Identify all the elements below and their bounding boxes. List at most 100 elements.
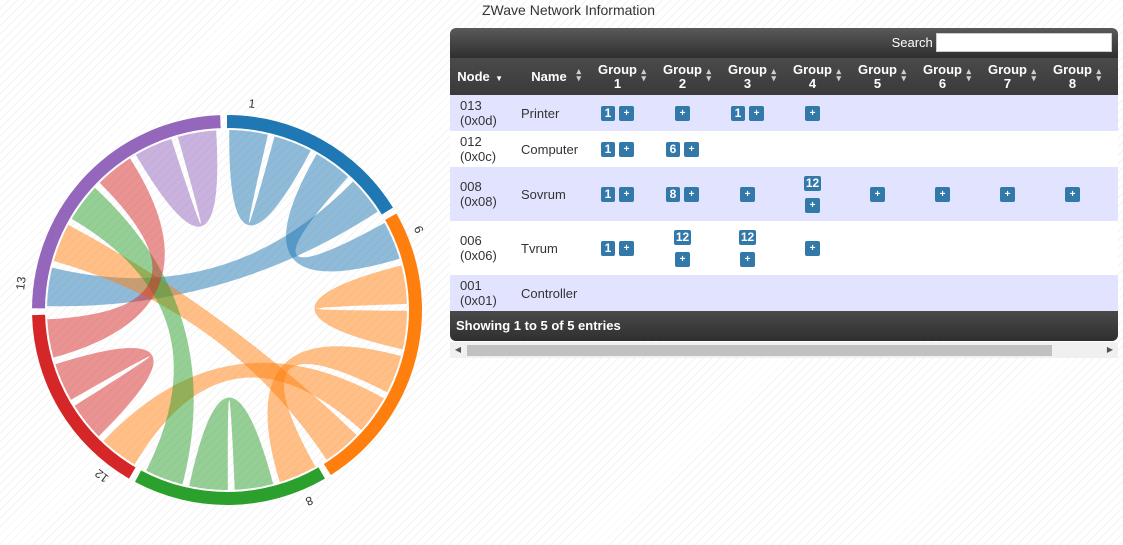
association-node-badge[interactable]: 12: [803, 175, 822, 191]
association-node-badge[interactable]: 1: [601, 186, 615, 202]
add-association-button[interactable]: +: [740, 186, 755, 202]
column-header-1[interactable]: Name ▴ ▾: [513, 58, 585, 95]
node-id: 006: [460, 233, 482, 248]
group-cell-5: [845, 221, 910, 275]
add-association-button[interactable]: +: [870, 186, 885, 202]
group-cell-3: [715, 275, 780, 311]
group-cell-2: 6 +: [650, 131, 715, 167]
group-cell-9: [1105, 275, 1118, 311]
scroll-right-arrow-icon[interactable]: ▶: [1102, 342, 1118, 358]
group-cell-9: [1105, 131, 1118, 167]
column-header-5[interactable]: Group 4 ▴ ▾: [780, 58, 845, 95]
add-association-button[interactable]: +: [619, 240, 634, 256]
group-cell-7: [975, 275, 1040, 311]
column-header-label: Group 7: [988, 61, 1027, 91]
node-id: 013: [460, 98, 482, 113]
horizontal-scrollbar[interactable]: ◀ ▶: [450, 342, 1118, 358]
association-node-badge[interactable]: 1: [731, 105, 745, 121]
column-header-4[interactable]: Group 3 ▴ ▾: [715, 58, 780, 95]
group-cell-9: [1105, 221, 1118, 275]
add-association-button[interactable]: +: [675, 105, 690, 121]
node-name: Sovrum: [513, 167, 585, 221]
column-header-8[interactable]: Group 7 ▴ ▾: [975, 58, 1040, 95]
group-cell-2: 8 +: [650, 167, 715, 221]
column-header-2[interactable]: Group 1 ▴ ▾: [585, 58, 650, 95]
node-id: 001: [460, 278, 482, 293]
column-header-label: Group 2: [663, 61, 702, 91]
sort-icon: ▴ ▾: [771, 66, 776, 83]
scroll-left-arrow-icon[interactable]: ◀: [450, 342, 466, 358]
table-body: 013 (0x0d) Printer 1 + +1 + +012 (0x0c) Computer 1…: [450, 95, 1118, 311]
search-label: Search :: [891, 35, 940, 50]
column-header-0[interactable]: Node ▼: [450, 58, 513, 95]
column-header-label: Group 4: [793, 61, 832, 91]
node-name: Printer: [513, 95, 585, 131]
group-cell-3: 1 +: [715, 95, 780, 131]
add-association-button[interactable]: +: [619, 141, 634, 157]
group-cell-4: [780, 275, 845, 311]
add-association-button[interactable]: +: [739, 251, 755, 267]
association-node-badge[interactable]: 1: [601, 105, 615, 121]
group-cell-5: [845, 131, 910, 167]
group-cell-1: 1 +: [585, 131, 650, 167]
group-cell-3: [715, 131, 780, 167]
node-cell: 012 (0x0c): [450, 131, 513, 167]
group-cell-4: +: [780, 95, 845, 131]
group-cell-7: [975, 131, 1040, 167]
column-header-9[interactable]: Group 8 ▴ ▾: [1040, 58, 1105, 95]
column-header-10[interactable]: Group 9▴▾: [1105, 58, 1118, 95]
group-cell-7: +: [975, 167, 1040, 221]
column-header-6[interactable]: Group 5 ▴ ▾: [845, 58, 910, 95]
page-title: ZWave Network Information: [482, 2, 655, 18]
association-node-badge[interactable]: 12: [738, 229, 757, 245]
add-association-button[interactable]: +: [1065, 186, 1080, 202]
page: ZWave Network Information 1 6 8 12 13 Search…: [0, 0, 1123, 545]
column-header-label: Group 5: [858, 61, 897, 91]
sort-icon: ▴ ▾: [966, 66, 971, 83]
association-node-badge[interactable]: 1: [601, 240, 615, 256]
add-association-button[interactable]: +: [749, 105, 764, 121]
add-association-button[interactable]: +: [674, 251, 690, 267]
association-node-badge[interactable]: 6: [666, 141, 680, 157]
group-cell-4: +: [780, 221, 845, 275]
add-association-button[interactable]: +: [1000, 186, 1015, 202]
sort-icon: ▴ ▾: [641, 66, 646, 83]
add-association-button[interactable]: +: [805, 105, 820, 121]
scroll-thumb[interactable]: [467, 345, 1052, 356]
table-row: 006 (0x06) Tvrum 1 +12 +12 + +: [450, 221, 1118, 275]
search-input[interactable]: [936, 33, 1112, 52]
column-header-3[interactable]: Group 2 ▴ ▾: [650, 58, 715, 95]
add-association-button[interactable]: +: [684, 186, 699, 202]
group-cell-6: [910, 275, 975, 311]
association-node-badge[interactable]: 12: [673, 229, 692, 245]
node-hex: (0x0c): [460, 149, 497, 164]
association-node-badge[interactable]: 8: [666, 186, 680, 202]
column-header-label: Group 8: [1053, 61, 1092, 91]
sort-icon: ▴ ▾: [576, 66, 581, 83]
node-hex: (0x0d): [460, 113, 497, 128]
chord-ribbons: [47, 130, 407, 491]
add-association-button[interactable]: +: [935, 186, 950, 202]
add-association-button[interactable]: +: [805, 240, 820, 256]
add-association-button[interactable]: +: [619, 186, 634, 202]
chord-label-1: 1: [248, 96, 257, 111]
group-cell-8: [1040, 221, 1105, 275]
column-header-label: Group 1: [598, 61, 637, 91]
column-header-7[interactable]: Group 6 ▴ ▾: [910, 58, 975, 95]
group-cell-6: [910, 131, 975, 167]
sort-icon: ▴ ▾: [706, 66, 711, 83]
chord-ribbon-6-6: [314, 265, 407, 350]
add-association-button[interactable]: +: [619, 105, 634, 121]
node-hex: (0x06): [460, 248, 497, 263]
group-cell-1: 1 +: [585, 95, 650, 131]
association-node-badge[interactable]: 1: [601, 141, 615, 157]
add-association-button[interactable]: +: [684, 141, 699, 157]
node-name: Controller: [513, 275, 585, 311]
table-header-row: Node ▼ Name ▴ ▾ Group 1 ▴ ▾ Group 2 ▴ ▾ Group 3 ▴ ▾ Gr…: [450, 58, 1118, 95]
node-cell: 013 (0x0d): [450, 95, 513, 131]
group-cell-7: [975, 95, 1040, 131]
chord-label-13: 13: [13, 275, 29, 290]
node-cell: 006 (0x06): [450, 221, 513, 275]
add-association-button[interactable]: +: [804, 197, 820, 213]
group-cell-3: +: [715, 167, 780, 221]
